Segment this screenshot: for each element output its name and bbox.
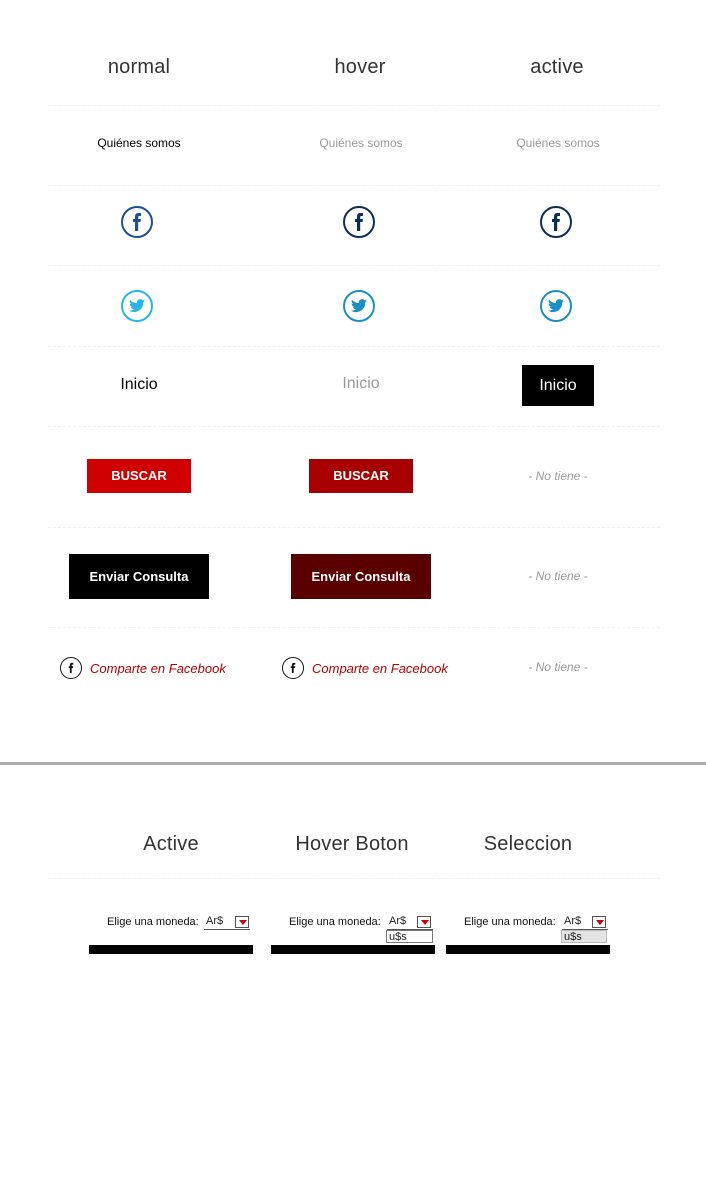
nav-link-active[interactable]: Quiénes somos: [458, 136, 658, 150]
currency-select-value: Ar$: [389, 915, 407, 927]
currency-option[interactable]: u$s: [386, 930, 433, 943]
share-facebook-link-hover[interactable]: Comparte en Facebook: [282, 655, 448, 681]
row-divider: [48, 185, 660, 186]
share-label: Comparte en Facebook: [90, 660, 226, 676]
dropdown-arrow-icon[interactable]: [592, 916, 606, 928]
row-divider: [48, 265, 660, 266]
facebook-icon[interactable]: [540, 206, 572, 238]
header-hover-boton: Hover Boton: [295, 833, 409, 855]
no-state-label: - No tiene -: [528, 569, 588, 583]
no-state-label: - No tiene -: [528, 660, 588, 674]
currency-bar: [89, 945, 253, 954]
row-divider: [48, 346, 660, 347]
row-divider: [48, 105, 660, 106]
twitter-icon[interactable]: [343, 290, 375, 322]
currency-select-value: Ar$: [564, 915, 582, 927]
facebook-icon: [282, 657, 304, 679]
currency-select-value: Ar$: [206, 915, 224, 927]
nav-link-normal[interactable]: Quiénes somos: [39, 136, 239, 150]
inicio-link-active[interactable]: Inicio: [522, 365, 594, 406]
row-divider: [48, 878, 660, 879]
share-label: Comparte en Facebook: [312, 660, 448, 676]
row-divider: [48, 426, 660, 427]
facebook-icon: [60, 657, 82, 679]
currency-label: Elige una moneda:: [464, 916, 556, 928]
facebook-icon[interactable]: [343, 206, 375, 238]
currency-option-highlighted[interactable]: u$s: [561, 930, 607, 943]
facebook-icon[interactable]: [121, 206, 153, 238]
dropdown-arrow-icon[interactable]: [235, 916, 249, 928]
enviar-consulta-button-hover[interactable]: Enviar Consulta: [291, 554, 431, 599]
currency-select[interactable]: Ar$: [204, 915, 250, 930]
enviar-consulta-button-normal[interactable]: Enviar Consulta: [69, 554, 209, 599]
currency-bar: [271, 945, 435, 954]
currency-select[interactable]: Ar$: [562, 915, 608, 930]
twitter-icon[interactable]: [121, 290, 153, 322]
header-active-2: Active: [143, 833, 199, 855]
currency-bar: [446, 945, 610, 954]
inicio-link-normal[interactable]: Inicio: [89, 376, 189, 394]
share-facebook-link-normal[interactable]: Comparte en Facebook: [60, 655, 226, 681]
twitter-icon[interactable]: [540, 290, 572, 322]
header-normal: normal: [107, 56, 171, 78]
no-state-label: - No tiene -: [528, 469, 588, 483]
currency-label: Elige una moneda:: [289, 916, 381, 928]
section-separator: [0, 762, 706, 765]
row-divider: [48, 527, 660, 528]
header-hover: hover: [334, 56, 386, 78]
buscar-button-normal[interactable]: BUSCAR: [87, 459, 191, 493]
currency-label: Elige una moneda:: [107, 916, 199, 928]
buscar-button-hover[interactable]: BUSCAR: [309, 459, 413, 493]
inicio-link-hover[interactable]: Inicio: [311, 375, 411, 393]
header-seleccion: Seleccion: [483, 833, 573, 855]
header-active: active: [530, 56, 584, 78]
currency-select[interactable]: Ar$: [387, 915, 433, 930]
row-divider: [48, 627, 660, 628]
nav-link-hover[interactable]: Quiénes somos: [261, 136, 461, 150]
dropdown-arrow-icon[interactable]: [417, 916, 431, 928]
